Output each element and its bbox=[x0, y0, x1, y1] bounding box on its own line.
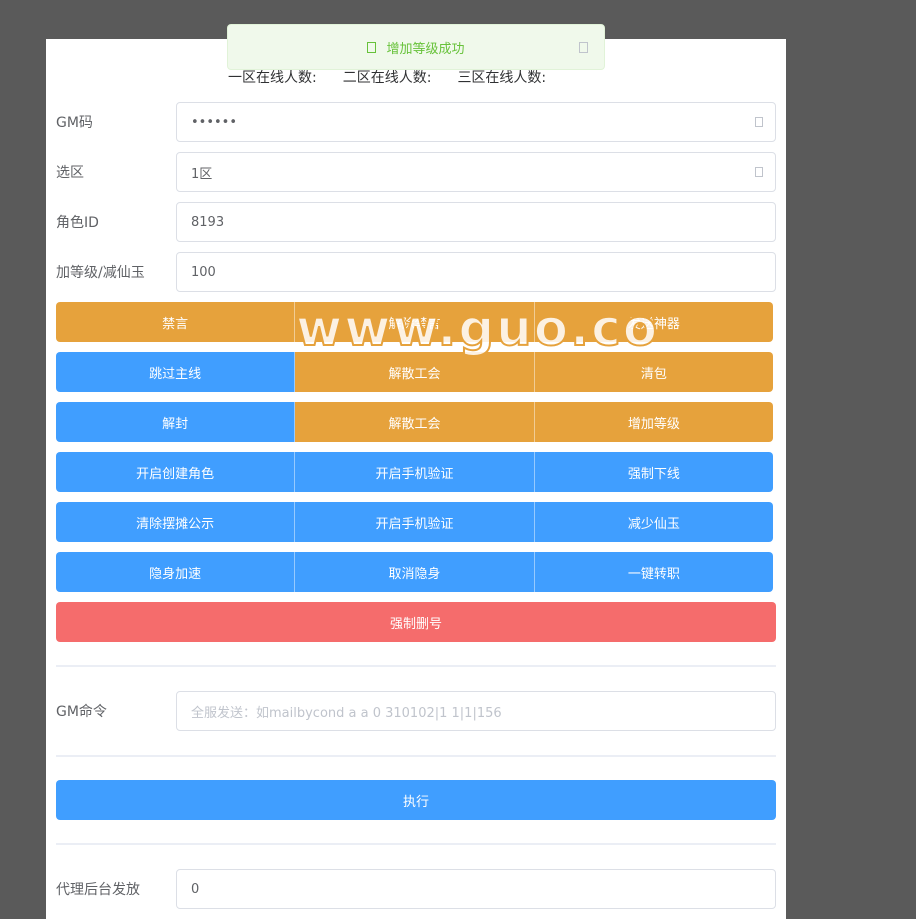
button-group-3: 解封 解散工会 增加等级 bbox=[56, 402, 773, 442]
divider bbox=[56, 843, 776, 845]
close-icon[interactable] bbox=[579, 42, 588, 53]
gm-command-placeholder: 全服发送：如mailbycond a a 0 310102|1 1|1|156 bbox=[191, 705, 502, 721]
cancel-stealth-button[interactable]: 取消隐身 bbox=[295, 552, 535, 592]
zone-row: 选区 1区 bbox=[56, 152, 776, 192]
divider bbox=[56, 755, 776, 757]
divider bbox=[56, 665, 776, 667]
amount-label: 加等级/减仙玉 bbox=[56, 265, 145, 281]
change-class-button[interactable]: 一键转职 bbox=[534, 552, 773, 592]
zone-value: 1区 bbox=[191, 166, 213, 182]
success-icon bbox=[367, 41, 377, 53]
agent-row: 代理后台发放 0 bbox=[56, 869, 776, 909]
zone1-online: 一区在线人数: bbox=[228, 70, 317, 86]
role-id-row: 角色ID 8193 bbox=[56, 202, 776, 242]
zone2-online: 二区在线人数: bbox=[342, 70, 432, 86]
unmute-button[interactable]: 解除禁言 bbox=[295, 302, 535, 342]
agent-value: 0 bbox=[191, 881, 200, 897]
execute-button[interactable]: 执行 bbox=[56, 780, 776, 820]
gm-code-row: GM码 •••••• bbox=[56, 102, 776, 142]
gm-command-input[interactable]: 全服发送：如mailbycond a a 0 310102|1 1|1|156 bbox=[176, 691, 776, 731]
agent-label: 代理后台发放 bbox=[56, 882, 140, 898]
stealth-speed-button[interactable]: 隐身加速 bbox=[56, 552, 296, 592]
view-password-icon[interactable] bbox=[755, 117, 763, 127]
role-id-value: 8193 bbox=[191, 214, 225, 230]
button-group-4: 开启创建角色 开启手机验证 强制下线 bbox=[56, 452, 773, 492]
force-logout-button[interactable]: 强制下线 bbox=[534, 452, 773, 492]
online-counts: 一区在线人数: 二区在线人数: 三区在线人数: bbox=[228, 67, 608, 87]
agent-input[interactable]: 0 bbox=[176, 869, 776, 909]
send-artifact-button[interactable]: 发送神器 bbox=[534, 302, 773, 342]
clear-bag-button[interactable]: 清包 bbox=[534, 352, 773, 392]
success-toast: 增加等级成功 bbox=[227, 24, 605, 70]
reduce-jade-button[interactable]: 减少仙玉 bbox=[534, 502, 773, 542]
gm-code-label: GM码 bbox=[56, 115, 93, 131]
button-group-1: 禁言 解除禁言 发送神器 bbox=[56, 302, 773, 342]
enable-phone-verify-button[interactable]: 开启手机验证 bbox=[295, 452, 535, 492]
zone-label: 选区 bbox=[56, 165, 84, 181]
disband-guild-button[interactable]: 解散工会 bbox=[295, 352, 535, 392]
add-level-button[interactable]: 增加等级 bbox=[534, 402, 773, 442]
amount-value: 100 bbox=[191, 264, 216, 280]
force-delete-account-button[interactable]: 强制删号 bbox=[56, 602, 776, 642]
unban-button[interactable]: 解封 bbox=[56, 402, 296, 442]
disband-guild-button-2[interactable]: 解散工会 bbox=[295, 402, 535, 442]
role-id-label: 角色ID bbox=[56, 215, 99, 231]
zone3-online: 三区在线人数: bbox=[457, 70, 547, 86]
button-group-2: 跳过主线 解散工会 清包 bbox=[56, 352, 773, 392]
gm-command-row: GM命令 全服发送：如mailbycond a a 0 310102|1 1|1… bbox=[56, 691, 776, 731]
gm-command-label: GM命令 bbox=[56, 704, 107, 720]
gm-code-value: •••••• bbox=[191, 114, 238, 130]
button-group-5: 清除摆摊公示 开启手机验证 减少仙玉 bbox=[56, 502, 773, 542]
zone-select[interactable]: 1区 bbox=[176, 152, 776, 192]
gm-code-input[interactable]: •••••• bbox=[176, 102, 776, 142]
clear-stall-notice-button[interactable]: 清除摆摊公示 bbox=[56, 502, 296, 542]
amount-row: 加等级/减仙玉 100 bbox=[56, 252, 776, 292]
amount-input[interactable]: 100 bbox=[176, 252, 776, 292]
enable-create-role-button[interactable]: 开启创建角色 bbox=[56, 452, 296, 492]
skip-main-quest-button[interactable]: 跳过主线 bbox=[56, 352, 296, 392]
dropdown-arrow-icon[interactable] bbox=[755, 167, 763, 177]
toast-message: 增加等级成功 bbox=[386, 41, 465, 57]
enable-phone-verify-button-2[interactable]: 开启手机验证 bbox=[295, 502, 535, 542]
role-id-input[interactable]: 8193 bbox=[176, 202, 776, 242]
mute-button[interactable]: 禁言 bbox=[56, 302, 296, 342]
button-group-6: 隐身加速 取消隐身 一键转职 bbox=[56, 552, 773, 592]
